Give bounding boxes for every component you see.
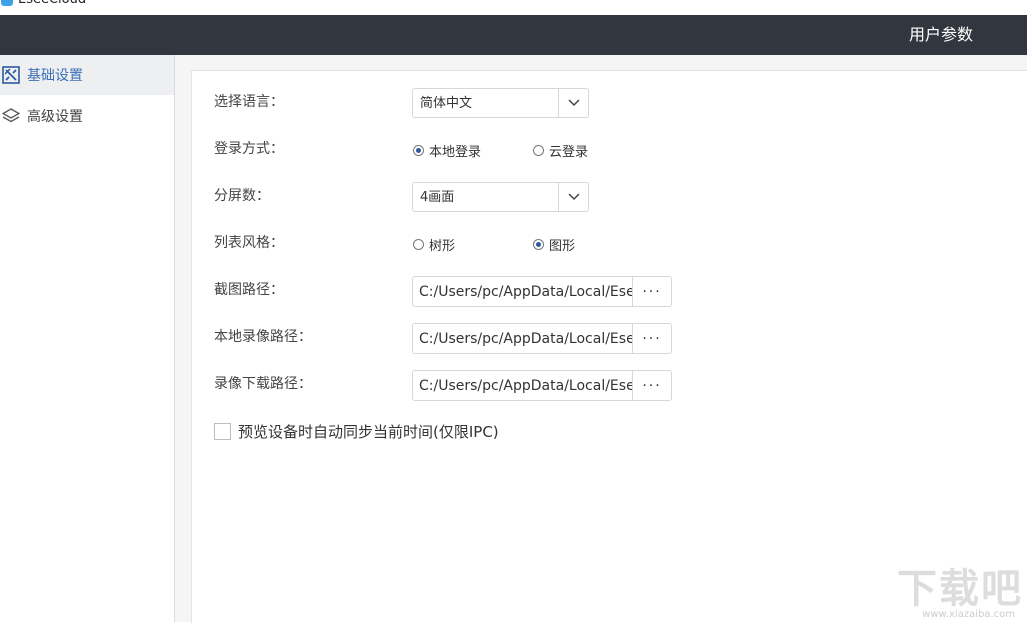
record-path-label: 本地录像路径：	[214, 329, 312, 345]
download-path-input[interactable]	[413, 371, 633, 400]
radio-label: 树形	[429, 239, 456, 254]
checkbox-box[interactable]	[214, 423, 231, 440]
split-screen-value: 4画面	[420, 190, 455, 205]
language-value: 简体中文	[420, 96, 473, 111]
radio-dot	[413, 145, 424, 156]
split-screen-select[interactable]: 4画面	[412, 182, 589, 212]
snapshot-path-browse-button[interactable]: ···	[632, 277, 671, 306]
window-titlebar: EseeCloud	[0, 0, 1027, 15]
download-path-field: ···	[412, 370, 672, 401]
radio-cloud-login[interactable]: 云登录	[533, 141, 588, 160]
basic-settings-icon	[1, 65, 21, 85]
login-mode-label: 登录方式：	[214, 141, 284, 157]
radio-label: 云登录	[549, 145, 589, 160]
language-select[interactable]: 简体中文	[412, 88, 589, 118]
record-path-input[interactable]	[413, 324, 633, 353]
layers-icon	[1, 106, 21, 126]
sidebar-item-label: 高级设置	[27, 109, 83, 125]
page-title: 用户参数	[908, 25, 973, 44]
app-logo-icon	[1, 0, 13, 6]
watermark-url: www.xiazaiba.com	[922, 609, 1015, 620]
app-title: EseeCloud	[18, 0, 86, 8]
radio-tree-style[interactable]: 树形	[413, 235, 455, 254]
sidebar-item-advanced-settings[interactable]: 高级设置	[0, 96, 174, 136]
watermark-logo: 下载吧	[897, 566, 1023, 612]
sync-time-checkbox[interactable]: 预览设备时自动同步当前时间(仅限IPC)	[214, 421, 499, 442]
chevron-down-icon[interactable]	[558, 89, 588, 117]
sidebar-item-basic-settings[interactable]: 基础设置	[0, 55, 174, 95]
download-path-label: 录像下载路径：	[214, 376, 312, 392]
radio-dot	[533, 145, 544, 156]
record-path-browse-button[interactable]: ···	[632, 324, 671, 353]
radio-local-login[interactable]: 本地登录	[413, 141, 481, 160]
checkbox-label: 预览设备时自动同步当前时间(仅限IPC)	[238, 423, 499, 441]
snapshot-path-label: 截图路径：	[214, 282, 284, 298]
radio-dot	[413, 239, 424, 250]
language-label: 选择语言：	[214, 94, 284, 110]
chevron-down-icon[interactable]	[558, 183, 588, 211]
radio-label: 图形	[549, 239, 576, 254]
radio-dot	[533, 239, 544, 250]
list-style-label: 列表风格：	[214, 235, 284, 251]
sidebar: 基础设置 高级设置	[0, 55, 175, 622]
snapshot-path-input[interactable]	[413, 277, 633, 306]
page-header: 用户参数	[0, 15, 1027, 55]
sidebar-item-label: 基础设置	[27, 68, 83, 84]
download-path-browse-button[interactable]: ···	[632, 371, 671, 400]
split-screen-label: 分屏数：	[214, 188, 270, 204]
radio-label: 本地登录	[429, 145, 482, 160]
snapshot-path-field: ···	[412, 276, 672, 307]
record-path-field: ···	[412, 323, 672, 354]
radio-graphic-style[interactable]: 图形	[533, 235, 575, 254]
